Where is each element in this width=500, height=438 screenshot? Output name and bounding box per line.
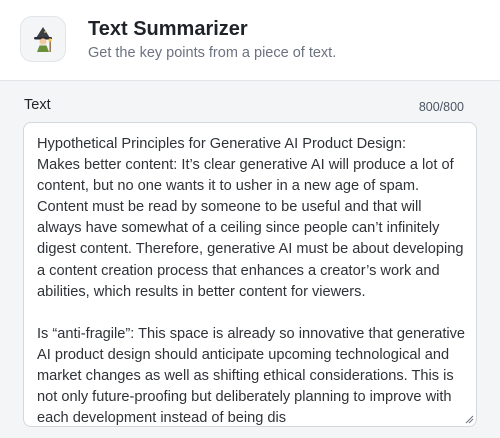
text-input-value[interactable]: Hypothetical Principles for Generative A… bbox=[37, 134, 469, 426]
resize-handle-icon[interactable] bbox=[464, 414, 474, 424]
page-subtitle: Get the key points from a piece of text. bbox=[88, 45, 337, 61]
text-field-label: Text bbox=[24, 97, 51, 113]
wizard-icon bbox=[20, 16, 66, 62]
page-title: Text Summarizer bbox=[88, 18, 248, 40]
character-counter: 800/800 bbox=[418, 100, 464, 114]
app-header: Text Summarizer Get the key points from … bbox=[0, 0, 500, 81]
text-input-area[interactable]: Hypothetical Principles for Generative A… bbox=[23, 122, 477, 427]
